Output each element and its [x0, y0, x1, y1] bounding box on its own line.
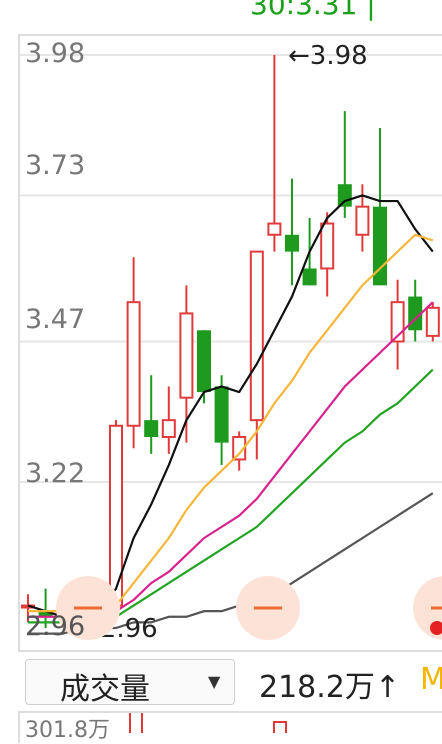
high-marker: ←3.98 [288, 41, 368, 71]
y-tick-label: 3.73 [25, 150, 86, 181]
indicator-select[interactable]: 成交量 ▼ [25, 659, 235, 707]
candle-body [355, 205, 370, 236]
candle-body [302, 268, 317, 286]
ma-line [28, 301, 434, 618]
volume-extra-label: M [420, 662, 442, 697]
candle-body [214, 386, 229, 443]
candle-body [197, 330, 211, 393]
candle-body [267, 222, 282, 236]
candle-body [425, 306, 440, 337]
candle-body [161, 419, 176, 439]
volume-value: 218.2万↑ [259, 670, 401, 705]
y-tick-label: 3.98 [25, 38, 86, 69]
volume-axis-top: 301.8万 [25, 718, 110, 743]
indicator-select-label: 成交量 [60, 672, 150, 707]
y-tick-label: 2.96 [25, 611, 86, 642]
y-tick-label: 3.22 [25, 458, 86, 489]
y-tick-label: 3.47 [25, 304, 86, 335]
ma-line [27, 194, 434, 618]
chevron-down-icon: ▼ [208, 672, 221, 691]
candle-body [337, 184, 352, 207]
candle-body [285, 234, 299, 252]
candle-body [320, 222, 335, 270]
candle-body [249, 250, 264, 422]
candle-body [126, 301, 141, 427]
candle-body [179, 312, 194, 399]
candle-body [144, 420, 159, 437]
